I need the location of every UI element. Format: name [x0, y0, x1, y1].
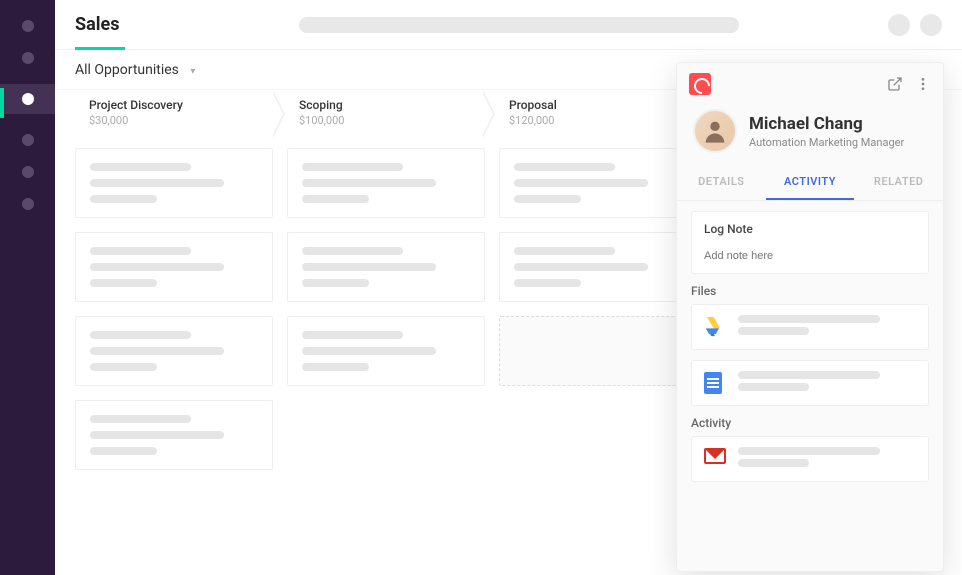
stage-name: Project Discovery: [89, 98, 285, 112]
tab-details[interactable]: DETAILS: [677, 165, 766, 200]
drawer-body: Log Note Files Activity: [677, 201, 943, 502]
contact-title: Automation Marketing Manager: [749, 136, 904, 149]
filter-dropdown[interactable]: All Opportunities ▾: [75, 62, 195, 78]
stage-arrow-icon: [273, 90, 285, 138]
nav-item-2[interactable]: [22, 52, 34, 64]
stage-proposal[interactable]: Proposal $120,000: [495, 90, 705, 138]
google-doc-icon: [704, 372, 726, 394]
stage-scoping[interactable]: Scoping $100,000: [285, 90, 495, 138]
popout-icon[interactable]: [887, 76, 903, 92]
stage-value: $30,000: [89, 114, 285, 127]
stage-arrow-icon: [483, 90, 495, 138]
kanban-column: [75, 148, 273, 470]
opportunity-card[interactable]: [75, 400, 273, 470]
tab-related[interactable]: RELATED: [854, 165, 943, 200]
opportunity-card[interactable]: [499, 232, 697, 302]
stage-project-discovery[interactable]: Project Discovery $30,000: [75, 90, 285, 138]
kanban-column: [287, 148, 485, 470]
sidebar: [0, 0, 55, 575]
drawer-header: [677, 63, 943, 105]
header: Sales: [55, 0, 962, 50]
gmail-icon: [704, 448, 726, 470]
opportunity-card[interactable]: [287, 148, 485, 218]
file-item[interactable]: [691, 360, 929, 406]
google-drive-icon: [704, 316, 726, 338]
file-placeholder: [738, 371, 916, 395]
opportunity-card[interactable]: [499, 148, 697, 218]
stage-value: $100,000: [299, 114, 495, 127]
activity-placeholder: [738, 447, 916, 471]
more-vertical-icon[interactable]: [915, 76, 931, 92]
log-note-label: Log Note: [704, 222, 916, 236]
contact-name: Michael Chang: [749, 114, 904, 134]
drawer-tabs: DETAILS ACTIVITY RELATED: [677, 165, 943, 201]
title-underline: [75, 47, 125, 50]
filter-label: All Opportunities: [75, 62, 179, 78]
nav-active-indicator: [0, 88, 4, 118]
opportunity-card[interactable]: [75, 232, 273, 302]
avatar: [693, 109, 737, 153]
nav-item-1[interactable]: [22, 20, 34, 32]
contact-drawer: Michael Chang Automation Marketing Manag…: [676, 62, 944, 572]
nav-item-3: [22, 93, 34, 105]
activity-label: Activity: [691, 416, 929, 430]
log-note-card: Log Note: [691, 211, 929, 274]
nav-item-3-wrapper[interactable]: [0, 84, 55, 114]
header-action-1[interactable]: [888, 14, 910, 36]
contact-profile: Michael Chang Automation Marketing Manag…: [677, 105, 943, 165]
page-title: Sales: [75, 14, 119, 35]
note-input[interactable]: [704, 250, 916, 262]
nav-item-5[interactable]: [22, 166, 34, 178]
files-label: Files: [691, 284, 929, 298]
brand-logo-icon: [689, 73, 711, 95]
kanban-column: [499, 148, 697, 470]
opportunity-card[interactable]: [287, 316, 485, 386]
header-action-2[interactable]: [920, 14, 942, 36]
header-actions: [888, 14, 942, 36]
drop-target-card[interactable]: [499, 316, 697, 386]
file-item[interactable]: [691, 304, 929, 350]
chevron-down-icon: ▾: [190, 66, 195, 77]
search-input[interactable]: [299, 17, 739, 33]
nav-item-4[interactable]: [22, 134, 34, 146]
file-placeholder: [738, 315, 916, 339]
opportunity-card[interactable]: [75, 316, 273, 386]
stage-name: Scoping: [299, 98, 495, 112]
opportunity-card[interactable]: [75, 148, 273, 218]
tab-activity[interactable]: ACTIVITY: [766, 165, 855, 200]
opportunity-card[interactable]: [287, 232, 485, 302]
activity-item[interactable]: [691, 436, 929, 482]
nav-item-6[interactable]: [22, 198, 34, 210]
